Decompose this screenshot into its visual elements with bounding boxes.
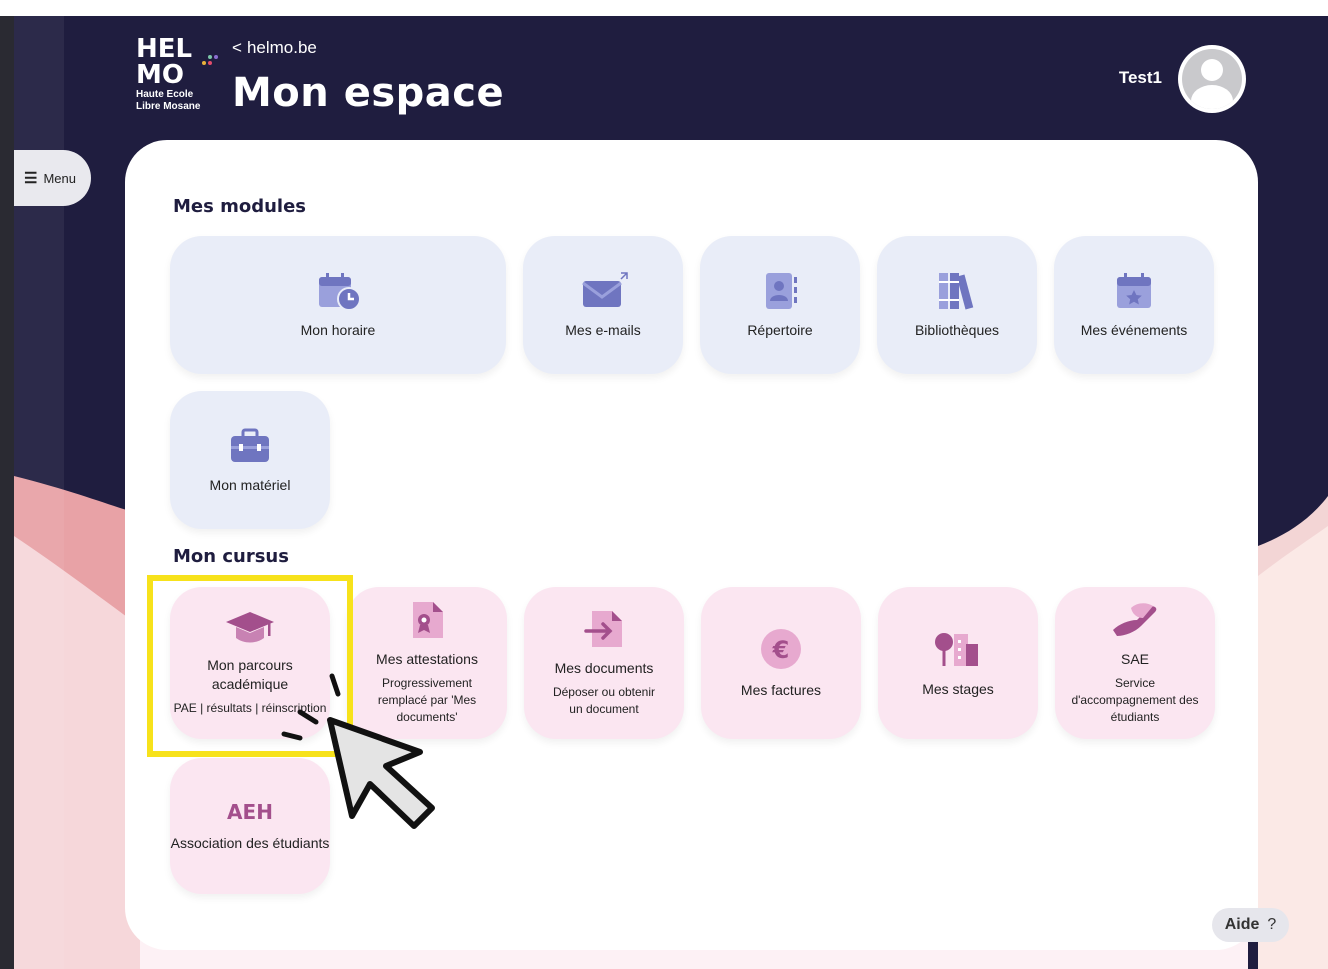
list-icon: ☰ [24, 170, 38, 187]
tile-label: Mes documents [554, 659, 654, 676]
page-title: Mon espace [232, 70, 505, 116]
tile-label: Bibliothèques [914, 321, 1000, 338]
help-label: Aide [1224, 916, 1260, 933]
books-icon [939, 272, 974, 309]
svg-text:€: € [772, 636, 790, 664]
tile-sublabel: Déposer ou obtenir un document [552, 684, 656, 716]
logo-line-4: Libre Mosane [136, 101, 201, 112]
menu-button[interactable]: ☰ Menu [14, 150, 91, 206]
chevron-left-icon: < [232, 38, 242, 57]
tree-building-icon [935, 632, 978, 666]
back-link-label: helmo.be [246, 38, 317, 57]
tile-label: Mon horaire [300, 321, 376, 338]
tile-label: SAE [1120, 651, 1149, 667]
envelope-external-icon [582, 271, 628, 307]
avatar[interactable] [1178, 45, 1246, 113]
tile-label: Mes factures [740, 681, 822, 698]
tile-bibliotheques[interactable]: Bibliothèques [877, 236, 1037, 374]
user-name[interactable]: Test1 [1119, 68, 1162, 88]
helmo-logo[interactable]: HEL MO Haute Ecole Libre Mosane [136, 36, 222, 122]
tile-mes-evenements[interactable]: Mes événements [1054, 236, 1214, 374]
screenshot-frame: HEL MO Haute Ecole Libre Mosane < helmo.b… [0, 0, 1328, 969]
tile-label: Répertoire [747, 321, 813, 338]
tile-mes-stages[interactable]: Mes stages [878, 587, 1038, 739]
tile-repertoire[interactable]: Répertoire [700, 236, 860, 374]
tile-mes-documents[interactable]: Mes documents Déposer ou obtenir un docu… [524, 587, 684, 739]
certificate-file-icon [413, 602, 443, 638]
tile-sublabel: Service d'accompagnement des étudiants [1071, 676, 1199, 724]
tile-label: Mes stages [922, 680, 994, 697]
section-title-cursus: Mon cursus [173, 546, 289, 567]
euro-icon: € [761, 628, 801, 669]
calendar-clock-icon [319, 272, 361, 311]
back-link[interactable]: < helmo.be [232, 38, 317, 58]
tile-sae[interactable]: SAE Service d'accompagnement des étudian… [1055, 587, 1215, 739]
tile-label: Mes attestations [376, 651, 478, 667]
help-button[interactable]: Aide? [1212, 908, 1289, 942]
tile-mon-materiel[interactable]: Mon matériel [170, 391, 330, 529]
tile-mes-emails[interactable]: Mes e-mails [523, 236, 683, 374]
section-title-modules: Mes modules [173, 196, 307, 217]
question-icon: ? [1267, 916, 1277, 933]
cursor-arrow-icon [281, 673, 435, 829]
window-top-strip [0, 0, 1328, 16]
contact-book-icon [766, 272, 797, 309]
tile-label: Mes événements [1080, 321, 1188, 338]
tile-label: Mes e-mails [565, 321, 641, 338]
tile-mes-factures[interactable]: € Mes factures [701, 587, 861, 739]
window-edge [0, 0, 14, 969]
helping-hand-icon [1113, 603, 1157, 636]
avatar-icon [1182, 49, 1242, 109]
aeh-logo: AEH [227, 799, 273, 824]
menu-label: Menu [43, 170, 76, 186]
calendar-star-icon [1117, 272, 1151, 308]
toolbox-icon [231, 428, 269, 462]
logo-dots-icon [202, 53, 218, 69]
tile-mon-horaire[interactable]: Mon horaire [170, 236, 506, 374]
tile-label: Mon matériel [209, 476, 291, 493]
file-arrow-icon [584, 610, 622, 647]
logo-line-3: Haute Ecole [136, 89, 194, 100]
